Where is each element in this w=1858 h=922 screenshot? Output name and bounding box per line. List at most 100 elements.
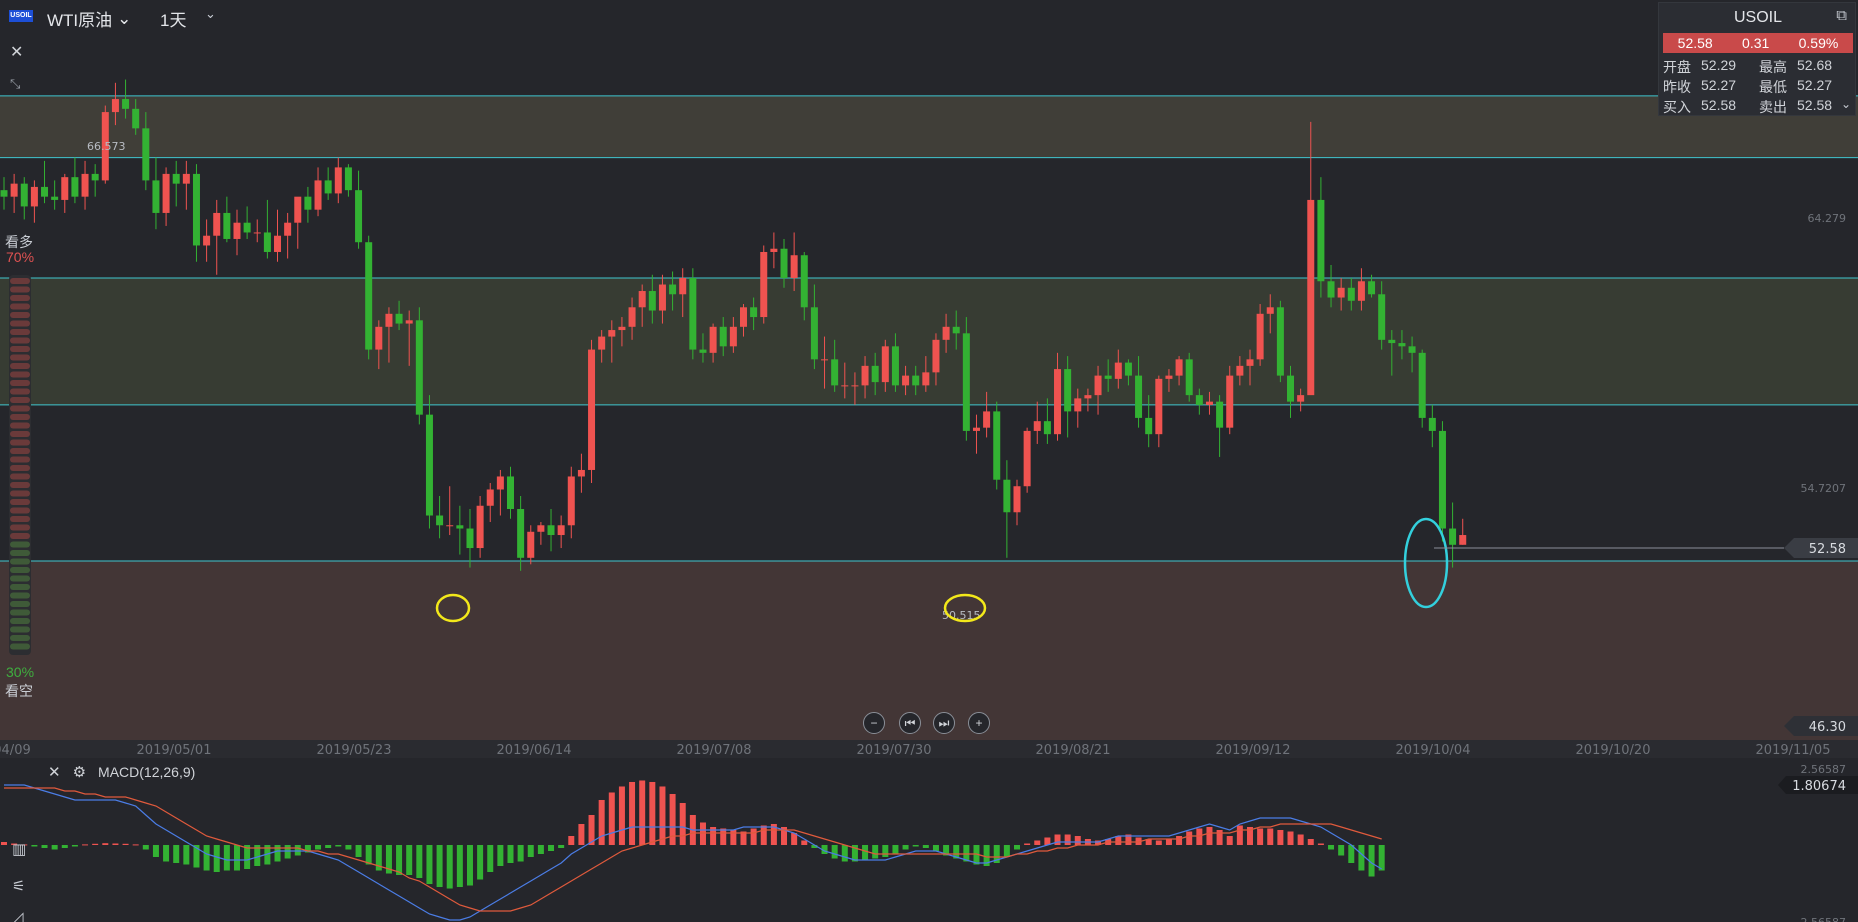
candle-body xyxy=(1054,369,1062,435)
macd-hist-bar xyxy=(1003,845,1010,858)
gear-icon[interactable]: ⚙ xyxy=(73,763,86,781)
sentiment-segment xyxy=(10,516,30,522)
candle-body xyxy=(20,183,28,207)
macd-hist-bar xyxy=(163,845,170,862)
candle-body xyxy=(203,235,211,246)
time-tick-label: 2019/09/12 xyxy=(1216,743,1291,758)
candle-body xyxy=(355,190,363,243)
macd-hist-bar xyxy=(365,845,372,865)
candle-body xyxy=(780,248,788,279)
bull-percent: 70% xyxy=(6,249,35,265)
candle-body xyxy=(61,177,69,200)
candle-body xyxy=(253,232,261,234)
candle-body xyxy=(658,284,666,311)
candle-body xyxy=(1226,375,1234,428)
macd-hist-bar xyxy=(831,845,838,859)
expand-chevron-icon[interactable]: ⌄ xyxy=(1841,97,1851,111)
macd-hist-bar xyxy=(750,828,757,845)
close-icon[interactable]: ✕ xyxy=(10,42,23,62)
ruler-tool-icon[interactable]: ◿ xyxy=(12,908,24,922)
price-chart[interactable]: 64.27954.720752.5846.30 04/092019/05/012… xyxy=(0,0,1858,922)
jump-start-button[interactable]: ⏮ xyxy=(899,712,921,734)
drawing-tool-icon[interactable]: ⚟ xyxy=(12,877,25,895)
candle-body xyxy=(415,320,423,415)
panel-toggle-icon[interactable]: ⧉ xyxy=(1836,7,1847,24)
candle-body xyxy=(608,330,616,337)
sentiment-segment xyxy=(10,635,30,641)
symbol-selector[interactable]: WTI原油 ⌄ xyxy=(47,6,131,31)
prev-close-value: 52.27 xyxy=(1701,77,1737,93)
candle-body xyxy=(162,173,170,213)
price-tick-label: 54.7207 xyxy=(1801,482,1847,495)
macd-close-icon[interactable]: ✕ xyxy=(48,763,61,781)
candle-body xyxy=(1317,199,1325,282)
bid-label: 买入 xyxy=(1663,99,1691,115)
macd-hist-bar xyxy=(578,823,585,845)
macd-hist-bar xyxy=(629,781,636,845)
macd-hist-bar xyxy=(912,845,919,847)
macd-panel: 2.56587 1.80674 -2.56587 xyxy=(0,758,1858,922)
candle-body xyxy=(689,278,697,350)
candle-body xyxy=(1357,281,1365,301)
candle-body xyxy=(476,505,484,549)
period-selector[interactable]: 1天 xyxy=(160,6,186,31)
candle-body xyxy=(1287,375,1295,402)
macd-hist-bar xyxy=(548,845,555,852)
candle-body xyxy=(577,469,585,477)
macd-hist-bar xyxy=(1348,845,1355,864)
macd-hist-bar xyxy=(1206,826,1213,845)
candle-body xyxy=(841,385,849,387)
zone-upper xyxy=(0,95,1858,158)
macd-hist-bar xyxy=(183,845,190,865)
period-chevron-down-icon[interactable]: ⌄ xyxy=(205,6,216,22)
macd-hist-bar xyxy=(284,845,291,859)
candle-body xyxy=(770,248,778,252)
sentiment-segment xyxy=(10,567,30,573)
sentiment-segment xyxy=(10,490,30,497)
macd-hist-bar xyxy=(1328,845,1335,850)
macd-hist-bar xyxy=(497,845,504,867)
candle-body xyxy=(517,509,525,558)
zoom-in-button[interactable]: + xyxy=(968,712,990,734)
macd-hist-bar xyxy=(1287,831,1294,845)
open-value: 52.29 xyxy=(1701,57,1737,73)
candle-body xyxy=(1135,375,1143,418)
sentiment-segment xyxy=(10,465,30,471)
candle-body xyxy=(729,326,737,347)
zoom-out-button[interactable]: − xyxy=(863,712,885,734)
sentiment-segment xyxy=(10,541,30,548)
price-zones xyxy=(0,95,1858,758)
macd-hist-bar xyxy=(1378,845,1385,871)
macd-label: MACD(12,26,9) xyxy=(98,764,196,780)
candle-body xyxy=(436,515,444,526)
candle-body xyxy=(1388,339,1396,344)
candle-body xyxy=(51,196,59,200)
candle-body xyxy=(172,173,180,184)
time-tick-label: 2019/08/21 xyxy=(1036,743,1111,758)
candle-body xyxy=(1104,375,1112,379)
candle-body xyxy=(1195,395,1203,405)
quote-title: USOIL xyxy=(1733,9,1782,26)
collapse-icon[interactable]: ⤡ xyxy=(10,76,20,92)
sentiment-segment xyxy=(10,422,30,429)
jump-end-button[interactable]: ⏭ xyxy=(933,712,955,734)
macd-hist-bar xyxy=(1236,825,1243,845)
candle-body xyxy=(628,307,636,327)
last-price-label: 52.58 xyxy=(1809,542,1846,557)
time-tick-label: 2019/10/04 xyxy=(1396,743,1471,758)
ask-label: 卖出 xyxy=(1759,99,1787,115)
sentiment-segment xyxy=(10,609,30,616)
macd-hist-bar xyxy=(1176,835,1183,845)
candle-body xyxy=(1013,486,1021,513)
candle-body xyxy=(425,414,433,516)
indicator-tool-icon[interactable]: ▥ xyxy=(12,840,26,858)
time-tick-label: 2019/07/30 xyxy=(857,743,932,758)
sentiment-segment xyxy=(10,320,30,327)
candle-body xyxy=(800,255,808,308)
macd-hist-bar xyxy=(71,845,78,847)
candle-body xyxy=(851,385,859,387)
macd-hist-bar xyxy=(872,845,879,859)
candle-body xyxy=(1398,343,1406,347)
low-value: 52.27 xyxy=(1797,77,1833,93)
sentiment-segment xyxy=(10,626,30,633)
